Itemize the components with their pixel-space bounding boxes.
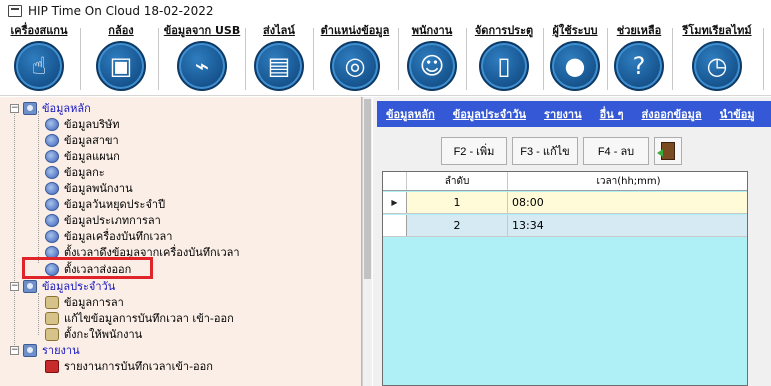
gear-icon (45, 165, 59, 179)
menu-bar: ข้อมูลหลัก ข้อมูลประจำวัน รายงาน อื่น ๆ … (377, 101, 771, 127)
tree-item-holidays[interactable]: ข้อมูลวันหยุดประจำปี (45, 196, 165, 212)
tree-item-time-report[interactable]: รายงานการบันทึกเวลาเข้า-ออก (45, 358, 213, 374)
folder-icon (23, 343, 37, 357)
gear-icon (45, 213, 59, 227)
toolbar-label: ข้อมูลจาก USB (163, 24, 241, 37)
send-line-icon: ▤ (254, 41, 304, 91)
tree-item-time-recorders[interactable]: ข้อมูลเครื่องบันทึกเวลา (45, 228, 172, 244)
navigation-tree-panel: − ข้อมูลหลัก ข้อมูลบริษัท ข้อมูลสาขา ข้อ… (0, 97, 362, 386)
toolbar-button-remote-realtime[interactable]: รีโมทเรียลไทม์ ◷ (674, 24, 760, 94)
menu-item-daily-data[interactable]: ข้อมูลประจำวัน (444, 105, 535, 123)
row-header-corner (383, 172, 407, 190)
tree-group-reports[interactable]: − รายงาน (10, 342, 80, 358)
gear-icon (45, 149, 59, 163)
folder-icon (23, 279, 37, 293)
toolbar-button-employees[interactable]: พนักงาน ☺ (400, 24, 464, 94)
cell-time[interactable]: 13:34 (508, 215, 747, 236)
table-row[interactable]: 2 13:34 (383, 215, 747, 237)
add-button[interactable]: F2 - เพิ่ม (441, 137, 507, 165)
gear-icon (45, 229, 59, 243)
collapse-icon[interactable]: − (10, 281, 19, 291)
employees-icon: ☺ (407, 41, 457, 91)
cell-no[interactable]: 2 (407, 215, 508, 236)
gear-icon (45, 197, 59, 211)
toolbar-button-camera[interactable]: กล้อง ▣ (84, 24, 158, 94)
exit-door-icon (657, 142, 675, 160)
table-row[interactable]: ▶ 1 08:00 (383, 192, 747, 214)
tree-group-daily-data[interactable]: − ข้อมูลประจำวัน (10, 278, 115, 294)
toolbar-label: ตำแหน่งข้อมูล (320, 24, 390, 37)
current-row-icon: ▶ (383, 192, 407, 213)
user-icon: ● (550, 41, 600, 91)
toolbar-label: ช่วยเหลือ (616, 24, 662, 37)
toolbar-button-scanner[interactable]: เครื่องสแกน ☝ (2, 24, 76, 94)
database-icon: ◎ (330, 41, 380, 91)
cell-no[interactable]: 1 (407, 192, 508, 213)
tree-item-edit-time-records[interactable]: แก้ไขข้อมูลการบันทึกเวลา เข้า-ออก (45, 310, 234, 326)
remote-clock-icon: ◷ (692, 41, 742, 91)
tree-item-leave[interactable]: ข้อมูลการลา (45, 294, 124, 310)
toolbar-button-usb[interactable]: ข้อมูลจาก USB ⌁ (162, 24, 242, 94)
menu-item-main-data[interactable]: ข้อมูลหลัก (377, 105, 444, 123)
exit-button[interactable] (654, 137, 682, 165)
app-icon (8, 5, 22, 17)
tree-item-branch[interactable]: ข้อมูลสาขา (45, 132, 119, 148)
toolbar-button-users[interactable]: ผู้ใช้ระบบ ● (545, 24, 605, 94)
delete-button[interactable]: F4 - ลบ (583, 137, 649, 165)
collapse-icon[interactable]: − (10, 103, 19, 113)
network-icon (45, 327, 59, 341)
toolbar-button-data-location[interactable]: ตำแหน่งข้อมูล ◎ (315, 24, 395, 94)
data-grid: ลำดับ เวลา(hh;mm) ▶ 1 08:00 2 13:34 (382, 171, 748, 386)
tree-item-leave-types[interactable]: ข้อมูลประเภทการลา (45, 212, 161, 228)
column-header-time[interactable]: เวลา(hh;mm) (508, 172, 747, 190)
collapse-icon[interactable]: − (10, 345, 19, 355)
row-header (383, 215, 407, 236)
hand-scan-icon: ☝ (14, 41, 64, 91)
edit-button[interactable]: F3 - แก้ไข (512, 137, 578, 165)
menu-item-import[interactable]: นำข้อมู (711, 105, 764, 123)
menu-item-export[interactable]: ส่งออกข้อมูล (633, 105, 711, 123)
camera-icon: ▣ (96, 41, 146, 91)
menu-item-reports[interactable]: รายงาน (535, 105, 591, 123)
cell-time[interactable]: 08:00 (508, 192, 747, 213)
content-panel: ข้อมูลหลัก ข้อมูลประจำวัน รายงาน อื่น ๆ … (373, 97, 771, 386)
tree-item-employee[interactable]: ข้อมูลพนักงาน (45, 180, 133, 196)
tree-item-assign-shift[interactable]: ตั้งกะให้พนักงาน (45, 326, 142, 342)
toolbar-button-send-line[interactable]: ส่งไลน์ ▤ (247, 24, 311, 94)
column-header-no[interactable]: ลำดับ (407, 172, 508, 190)
toolbar-label: ส่งไลน์ (263, 24, 295, 37)
tree-scrollbar[interactable] (362, 97, 372, 386)
tree-item-department[interactable]: ข้อมูลแผนก (45, 148, 120, 164)
tree-item-shift[interactable]: ข้อมูลกะ (45, 164, 105, 180)
tree-group-main-data[interactable]: − ข้อมูลหลัก (10, 100, 91, 116)
gear-icon (45, 181, 59, 195)
toolbar: เครื่องสแกน ☝ กล้อง ▣ ข้อมูลจาก USB ⌁ ส่… (0, 22, 771, 96)
menu-item-others[interactable]: อื่น ๆ (591, 105, 633, 123)
gear-icon (45, 117, 59, 131)
toolbar-label: ผู้ใช้ระบบ (552, 24, 598, 37)
network-icon (45, 295, 59, 309)
toolbar-label: กล้อง (108, 24, 134, 37)
door-icon: ▯ (479, 41, 529, 91)
gear-icon (45, 133, 59, 147)
folder-icon (23, 101, 37, 115)
title-bar: HIP Time On Cloud 18-02-2022 (0, 0, 771, 22)
toolbar-button-help[interactable]: ช่วยเหลือ ? (609, 24, 669, 94)
window-title: HIP Time On Cloud 18-02-2022 (28, 4, 214, 18)
toolbar-button-doors[interactable]: จัดการประตู ▯ (468, 24, 540, 94)
toolbar-label: พนักงาน (411, 24, 453, 37)
help-icon: ? (614, 41, 664, 91)
tree-item-label: รายงานการบันทึกเวลาเข้า-ออก (64, 360, 213, 373)
toolbar-label: รีโมทเรียลไทม์ (682, 24, 752, 37)
scrollbar-thumb[interactable] (364, 99, 371, 279)
network-icon (45, 311, 59, 325)
report-icon (45, 359, 59, 373)
app-window: HIP Time On Cloud 18-02-2022 เครื่องสแกน… (0, 0, 771, 386)
grid-header: ลำดับ เวลา(hh;mm) (383, 172, 747, 191)
tree-item-company[interactable]: ข้อมูลบริษัท (45, 116, 120, 132)
highlight-annotation (22, 257, 153, 279)
usb-icon: ⌁ (177, 41, 227, 91)
toolbar-label: เครื่องสแกน (10, 24, 68, 37)
toolbar-label: จัดการประตู (474, 24, 534, 37)
